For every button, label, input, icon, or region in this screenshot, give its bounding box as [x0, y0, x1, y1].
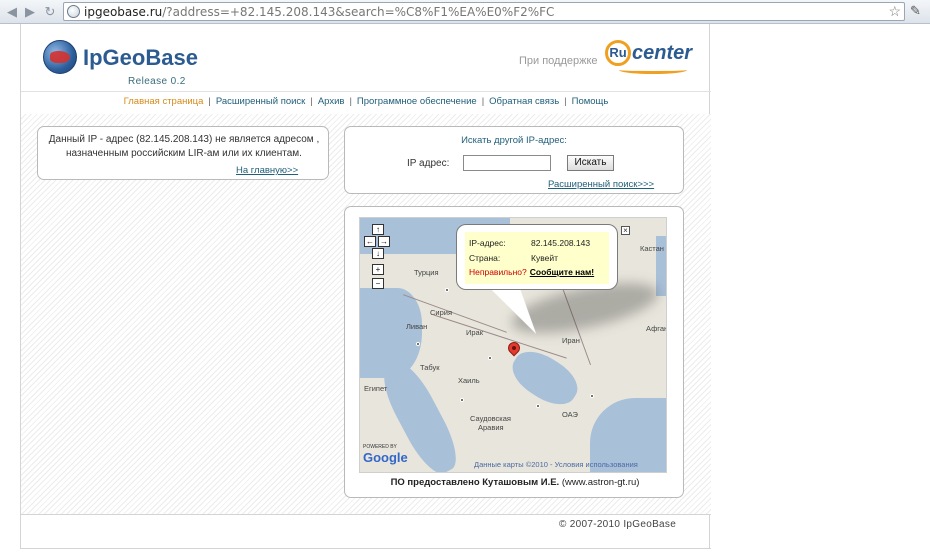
search-panel: Искать другой IP-адрес: IP адрес: Искать…: [344, 126, 684, 194]
zoom-out-icon[interactable]: −: [372, 278, 384, 289]
google-logo[interactable]: Google: [363, 450, 408, 465]
popup-wrong-text: Неправильно?: [469, 267, 527, 277]
bookmark-star-icon[interactable]: ☆: [888, 3, 901, 20]
search-title: Искать другой IP-адрес:: [461, 135, 567, 146]
map-label-syria: Сирия: [430, 308, 453, 317]
pan-left-icon[interactable]: ←: [364, 236, 376, 247]
page-container: IpGeoBase Release 0.2 При поддержке Ru c…: [20, 24, 711, 549]
menu-item-help[interactable]: Помощь: [572, 96, 609, 107]
notice-message: Данный IP - адрес (82.145.208.143) не яв…: [48, 134, 320, 159]
address-url[interactable]: ipgeobase.ru/?address=+82.145.208.143&se…: [84, 5, 554, 19]
map-label-uae: ОАЭ: [562, 410, 578, 419]
advanced-search-link[interactable]: Расширенный поиск>>>: [548, 179, 654, 190]
popup-ip-label: IP-адрес:: [469, 238, 506, 248]
map-label-lebanon: Ливан: [406, 322, 428, 331]
pan-down-icon[interactable]: ↓: [372, 248, 384, 259]
map-label-turkey: Турция: [414, 268, 439, 277]
rucenter-text: center: [632, 42, 693, 64]
map-label-egypt: Египет: [364, 384, 388, 393]
map-panel: Турция Сирия Ливан Ирак Иран Афгани Каст…: [344, 206, 684, 498]
map-label-saudi-2: Аравия: [478, 423, 504, 432]
menu-item-home[interactable]: Главная страница: [124, 96, 204, 107]
credit-site-link[interactable]: (www.astron-gt.ru): [562, 477, 640, 488]
ip-input[interactable]: [463, 155, 551, 171]
pan-right-icon[interactable]: →: [378, 236, 390, 247]
map-label-iran: Иран: [562, 336, 580, 345]
bottom-divider: [21, 548, 711, 549]
rucenter-swoosh-icon: [619, 66, 687, 74]
menu-divider: [21, 91, 711, 92]
popup-country-value: Кувейт: [531, 253, 558, 263]
rucenter-logo[interactable]: Ru center: [605, 38, 693, 78]
menu-item-software[interactable]: Программное обеспечение: [357, 96, 477, 107]
map-terms-link[interactable]: Данные карты ©2010 - Условия использован…: [474, 460, 638, 469]
support-text: При поддержке: [519, 55, 598, 67]
map-label-saudi-1: Саудовская: [470, 414, 511, 423]
logo-text: IpGeoBase: [83, 45, 198, 70]
popup-country-label: Страна:: [469, 253, 501, 263]
home-link[interactable]: На главную>>: [236, 165, 298, 176]
rucenter-circle-icon: Ru: [605, 40, 631, 66]
popup-close-icon[interactable]: ×: [621, 226, 630, 235]
search-button[interactable]: Искать: [567, 155, 614, 171]
main-menu: Главная страница | Расширенный поиск | Архив…: [123, 96, 609, 107]
map-label-kazakhstan: Кастан: [640, 244, 664, 253]
popup-report-row: Неправильно? Сообщите нам!: [469, 267, 594, 277]
site-header: IpGeoBase Release 0.2 При поддержке Ru c…: [21, 24, 711, 114]
address-bar[interactable]: ipgeobase.ru/?address=+82.145.208.143&se…: [63, 2, 905, 21]
back-arrow-icon[interactable]: ◀: [4, 4, 20, 20]
reload-icon[interactable]: ↻: [42, 4, 58, 20]
zoom-in-icon[interactable]: +: [372, 264, 384, 275]
info-popup: IP-адрес: 82.145.208.143 Страна: Кувейт …: [456, 224, 618, 290]
map-label-hail: Хаиль: [458, 376, 480, 385]
pan-up-icon[interactable]: ↑: [372, 224, 384, 235]
popup-report-link[interactable]: Сообщите нам!: [530, 267, 594, 277]
copyright-text: © 2007-2010 IpGeoBase: [559, 519, 677, 530]
map-label-afghanistan: Афгани: [646, 324, 666, 333]
map-label-tabuk: Табук: [420, 363, 440, 372]
menu-item-feedback[interactable]: Обратная связь: [489, 96, 559, 107]
release-label: Release 0.2: [128, 76, 186, 87]
content-area: Данный IP - адрес (82.145.208.143) не яв…: [21, 114, 711, 514]
software-credit: ПО предоставлено Куташовым И.Е. (www.ast…: [390, 477, 640, 488]
map-label-iraq: Ирак: [466, 328, 484, 337]
page-globe-icon: [67, 5, 80, 18]
notice-panel: Данный IP - адрес (82.145.208.143) не яв…: [37, 126, 329, 180]
ip-label: IP адрес:: [407, 158, 450, 169]
forward-arrow-icon[interactable]: ▶: [22, 4, 38, 20]
menu-item-advanced-search[interactable]: Расширенный поиск: [216, 96, 305, 107]
menu-item-archive[interactable]: Архив: [318, 96, 345, 107]
footer-divider: [21, 514, 711, 515]
google-map[interactable]: Турция Сирия Ливан Ирак Иран Афгани Каст…: [359, 217, 667, 473]
popup-ip-value: 82.145.208.143: [531, 238, 591, 248]
globe-logo-icon: [43, 40, 77, 74]
browser-toolbar: ◀ ▶ ↻ ipgeobase.ru/?address=+82.145.208.…: [0, 0, 930, 24]
wrench-menu-icon[interactable]: ✎: [910, 3, 926, 19]
